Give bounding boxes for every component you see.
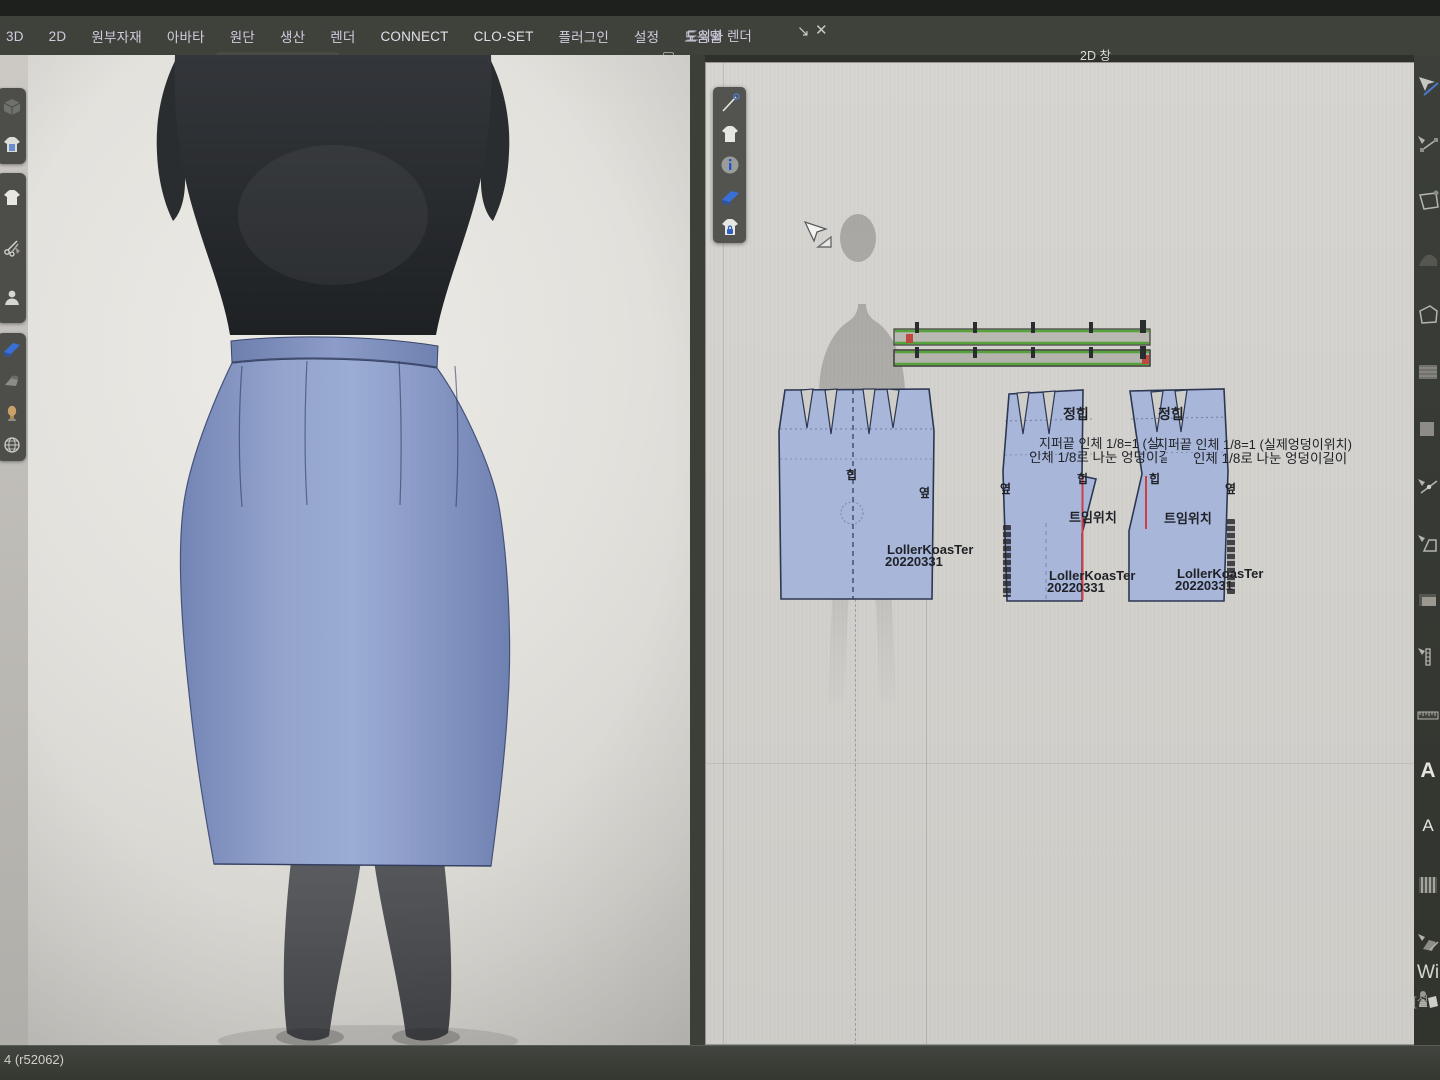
transform-tool-icon[interactable] [1416,75,1440,99]
ruler-icon[interactable] [1416,702,1440,726]
label-hip-back-left: 힙 [1077,473,1088,486]
avatar-with-skirt [28,55,690,1045]
label-side-back-right: 옆 [1225,483,1236,496]
skirt-3d[interactable] [180,359,509,866]
3d-viewport[interactable] [28,55,690,1045]
menu-connect[interactable]: CONNECT [380,29,448,44]
sewing-tools-icon[interactable] [2,238,22,258]
measure-tool-icon[interactable] [1416,645,1440,669]
date-back-right: 20220331 [1175,579,1233,593]
edit-pattern-tool-icon[interactable] [1416,189,1440,213]
date-back-left: 20220331 [1047,581,1105,595]
avatar-right-leg [374,861,451,1041]
torso-highlight [238,145,428,285]
vertical-annotation-illegible-right [1227,519,1235,594]
pattern-canvas [706,63,1415,1045]
waistband-red-mark [906,334,913,343]
fabric-icon[interactable] [2,339,22,359]
version-text: 4 (r52062) [4,1052,64,1067]
edit-point-tool-icon[interactable] [1416,132,1440,156]
simulation-cube-icon[interactable] [2,97,22,117]
curve-tool-icon[interactable] [1416,246,1440,270]
left-tool-strip [0,55,28,1045]
label-hip-back-right: 힙 [1149,473,1160,486]
menu-fabric[interactable]: 원단 [230,26,255,46]
vertical-annotation-illegible-left [1003,525,1011,597]
menu-3d[interactable]: 3D [6,29,24,44]
avatar-icon[interactable] [2,288,22,308]
label-hip-front: 힙 [846,469,857,482]
hardware-icon[interactable] [2,371,22,391]
seam-allowance-tool-icon[interactable] [1416,588,1440,612]
globe-icon[interactable] [2,435,22,455]
label-center-hip-right: 정힙 [1158,407,1184,422]
label-side-back-left: 옆 [1000,483,1011,496]
garment-view-icon[interactable] [719,123,741,145]
menu-2d[interactable]: 2D [49,29,67,44]
notch-tool-icon[interactable] [1416,474,1440,498]
menu-render[interactable]: 렌더 [330,26,355,46]
dart-tool-icon[interactable] [1416,417,1440,441]
menu-production[interactable]: 생산 [280,26,305,46]
garment-fit-icon[interactable] [2,135,22,155]
floor-shadow [218,1025,518,1045]
menu-closet[interactable]: CLO-SET [474,29,534,44]
2d-floating-toolbar [713,87,746,243]
menu-plugin[interactable]: 플러그인 [559,26,609,46]
waistband-strips[interactable] [894,320,1150,366]
restore-down-icon[interactable]: ↘ [797,24,810,39]
menu-settings[interactable]: 설정 [634,26,659,46]
menu-bar: 3D 2D 원부자재 아바타 원단 생산 렌더 CONNECT CLO-SET … [6,20,722,52]
2d-viewport[interactable]: 정힙 정힙 지퍼끝 인체 1/8=1 (실제엉덩이위치) 지퍼끝 인체 1/8=… [705,62,1415,1045]
clo3d-application-window: 3D 2D 원부자재 아바타 원단 생산 렌더 CONNECT CLO-SET … [0,0,1440,1080]
date-front: 20220331 [885,555,943,569]
text-tool-secondary-icon[interactable]: A [1416,816,1440,840]
polygon-pattern-tool-icon[interactable] [1416,303,1440,327]
menu-avatar[interactable]: 아바타 [167,26,205,46]
close-icon[interactable]: ✕ [815,23,828,38]
flatten-tool-icon[interactable] [1416,930,1440,954]
annotation-hip-right: 인체 1/8로 나눈 엉덩이길이 [1193,452,1414,466]
pleats-tool-icon[interactable] [1416,873,1440,897]
windows-watermark-line2: [설 [1413,991,1429,1010]
mannequin-head-icon[interactable] [2,403,22,423]
left-tool-group-library [0,333,26,461]
left-tool-group-sim [0,88,26,164]
shirt-icon[interactable] [2,188,22,208]
trace-tool-icon[interactable] [1416,531,1440,555]
mouse-cursor [801,219,835,253]
right-tool-column: A A [1414,55,1440,1045]
menu-trims[interactable]: 원부자재 [91,26,141,46]
label-side-front: 옆 [919,487,930,500]
locked-garment-icon[interactable] [719,216,741,238]
windows-watermark-line1: Wi [1417,962,1439,984]
annotation-hip-left: 인체 1/8로 나눈 엉덩이길이 [1029,451,1167,465]
fabric-view-icon[interactable] [719,185,741,207]
detached-window-tab[interactable]: 도식화 렌더 [686,25,752,45]
needle-tool-icon[interactable] [719,92,741,114]
panel-divider [690,55,705,1045]
text-tool-icon[interactable]: A [1416,759,1440,783]
label-slit-left: 트임위치 [1069,511,1117,525]
annotation-zipper-right: 지퍼끝 인체 1/8=1 (실제엉덩이위치) [1156,438,1352,452]
avatar-left-leg [284,861,361,1041]
status-bar: 4 (r52062) [0,1045,1440,1080]
label-center-hip-left: 정힙 [1063,407,1089,422]
annotation-zipper-left: 지퍼끝 인체 1/8=1 (실제엉덩이위치) [1039,437,1161,451]
label-slit-right: 트임위치 [1164,512,1212,526]
rectangle-pattern-tool-icon[interactable] [1416,360,1440,384]
info-icon[interactable] [719,154,741,176]
left-tool-group-garment [0,173,26,323]
